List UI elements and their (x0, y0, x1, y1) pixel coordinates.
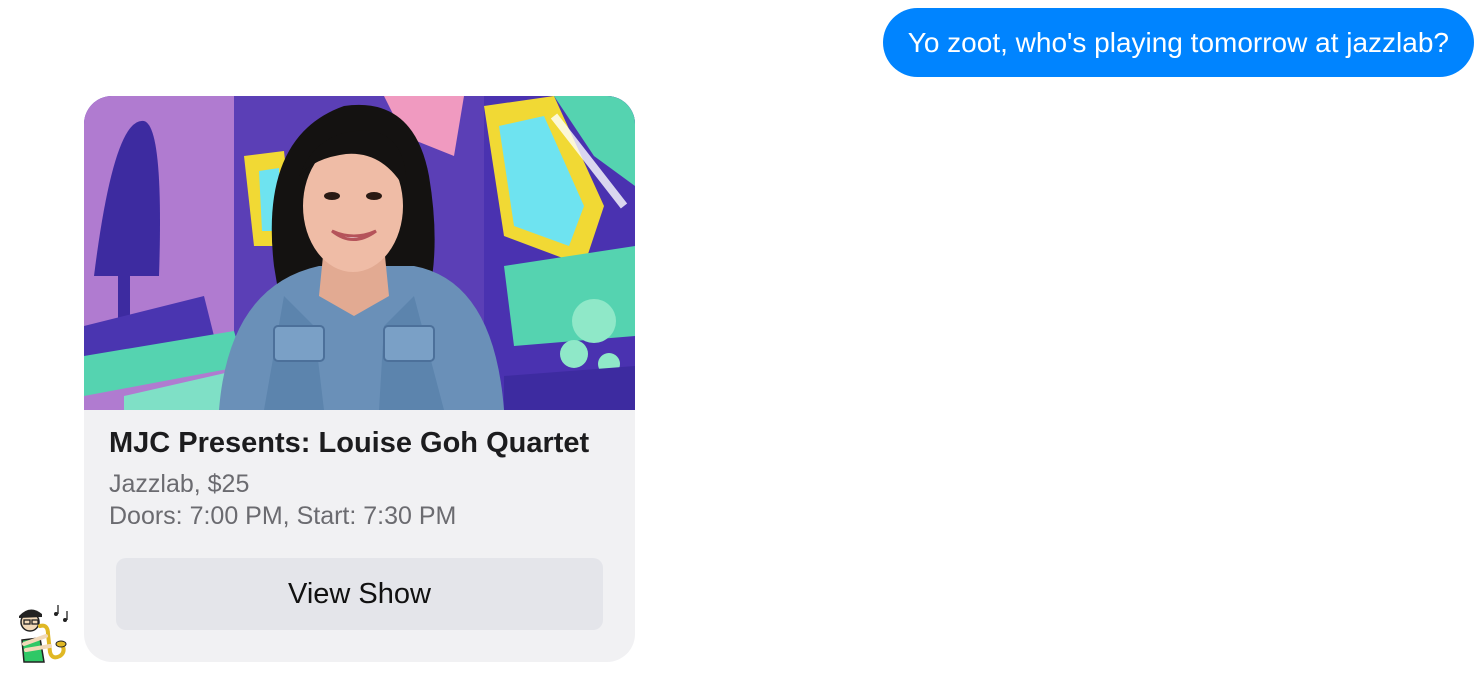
musician-photo (84, 96, 635, 410)
chat-thread: Yo zoot, who's playing tomorrow at jazzl… (0, 0, 1476, 680)
view-show-button[interactable]: View Show (116, 558, 603, 630)
saxophone-player-icon (19, 605, 68, 663)
event-title: MJC Presents: Louise Goh Quartet (109, 427, 590, 459)
user-message-bubble: Yo zoot, who's playing tomorrow at jazzl… (882, 8, 1474, 77)
event-card: MJC Presents: Louise Goh Quartet Jazzlab… (84, 96, 635, 662)
event-times: Doors: 7:00 PM, Start: 7:30 PM (109, 502, 457, 530)
event-venue-price: Jazzlab, $25 (109, 470, 250, 498)
